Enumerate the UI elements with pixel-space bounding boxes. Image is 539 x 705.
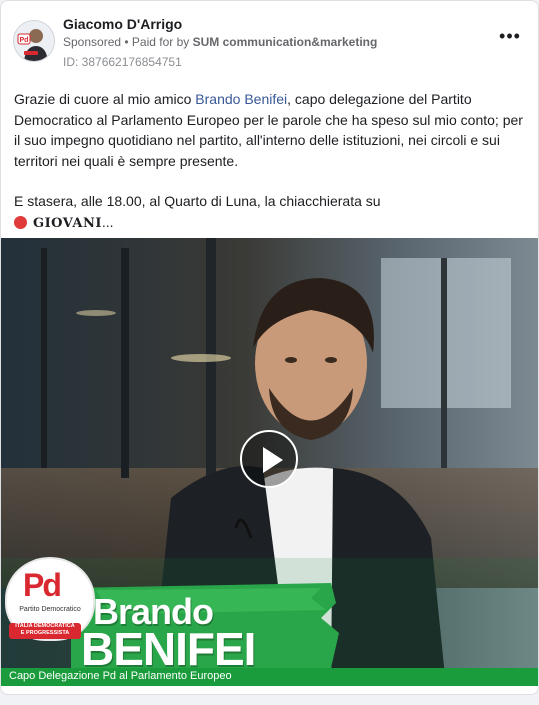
red-circle-icon (14, 215, 27, 229)
post-paragraph-3: GIOVANI... (14, 212, 526, 235)
mention-link[interactable]: Brando Benifei (195, 91, 287, 107)
ad-post-card: Pd Giacomo D'Arrigo Sponsored • Paid for… (0, 0, 539, 695)
author-name[interactable]: Giacomo D'Arrigo (63, 16, 182, 32)
pd-logo-party: Partito Democratico (19, 606, 81, 613)
see-more-link[interactable]: ... (102, 214, 114, 230)
play-icon[interactable] (240, 430, 298, 488)
pd-logo-band: ITALIA DEMOCRATICA E PROGRESSISTA (9, 623, 81, 639)
author-avatar[interactable]: Pd (13, 20, 55, 62)
pd-band-line-1: ITALIA DEMOCRATICA (15, 623, 75, 629)
post-text: Grazie di cuore al mio amico Brando Beni… (14, 89, 526, 234)
post-paragraph-2: E stasera, alle 18.00, al Quarto di Luna… (14, 193, 381, 209)
pd-logo-text: Pd (23, 567, 62, 603)
pd-logo-mark: Pd (23, 567, 62, 604)
sponsored-line: Sponsored • Paid for by SUM communicatio… (63, 35, 377, 49)
paragraph-1-start: Grazie di cuore al mio amico (14, 91, 196, 107)
pd-band-line-2: E PROGRESSISTA (20, 630, 70, 636)
avatar-badge-text: Pd (20, 37, 29, 44)
speaker-last-name: BENIFEI (81, 623, 256, 675)
post-header: Pd Giacomo D'Arrigo Sponsored • Paid for… (13, 13, 526, 73)
speaker-caption: Capo Delegazione Pd al Parlamento Europe… (9, 670, 232, 682)
post-paragraph-1: Grazie di cuore al mio amico Brando Beni… (14, 89, 526, 171)
sponsored-label: Sponsored (63, 35, 122, 49)
topic-label: GIOVANI (33, 215, 102, 231)
more-options-icon[interactable]: ••• (498, 27, 522, 47)
ad-id: ID: 387662176854751 (63, 55, 182, 69)
paid-for-by: SUM communication&marketing (192, 35, 378, 49)
paid-for-prefix: • Paid for by (121, 35, 193, 49)
avatar-image: Pd (14, 21, 54, 61)
